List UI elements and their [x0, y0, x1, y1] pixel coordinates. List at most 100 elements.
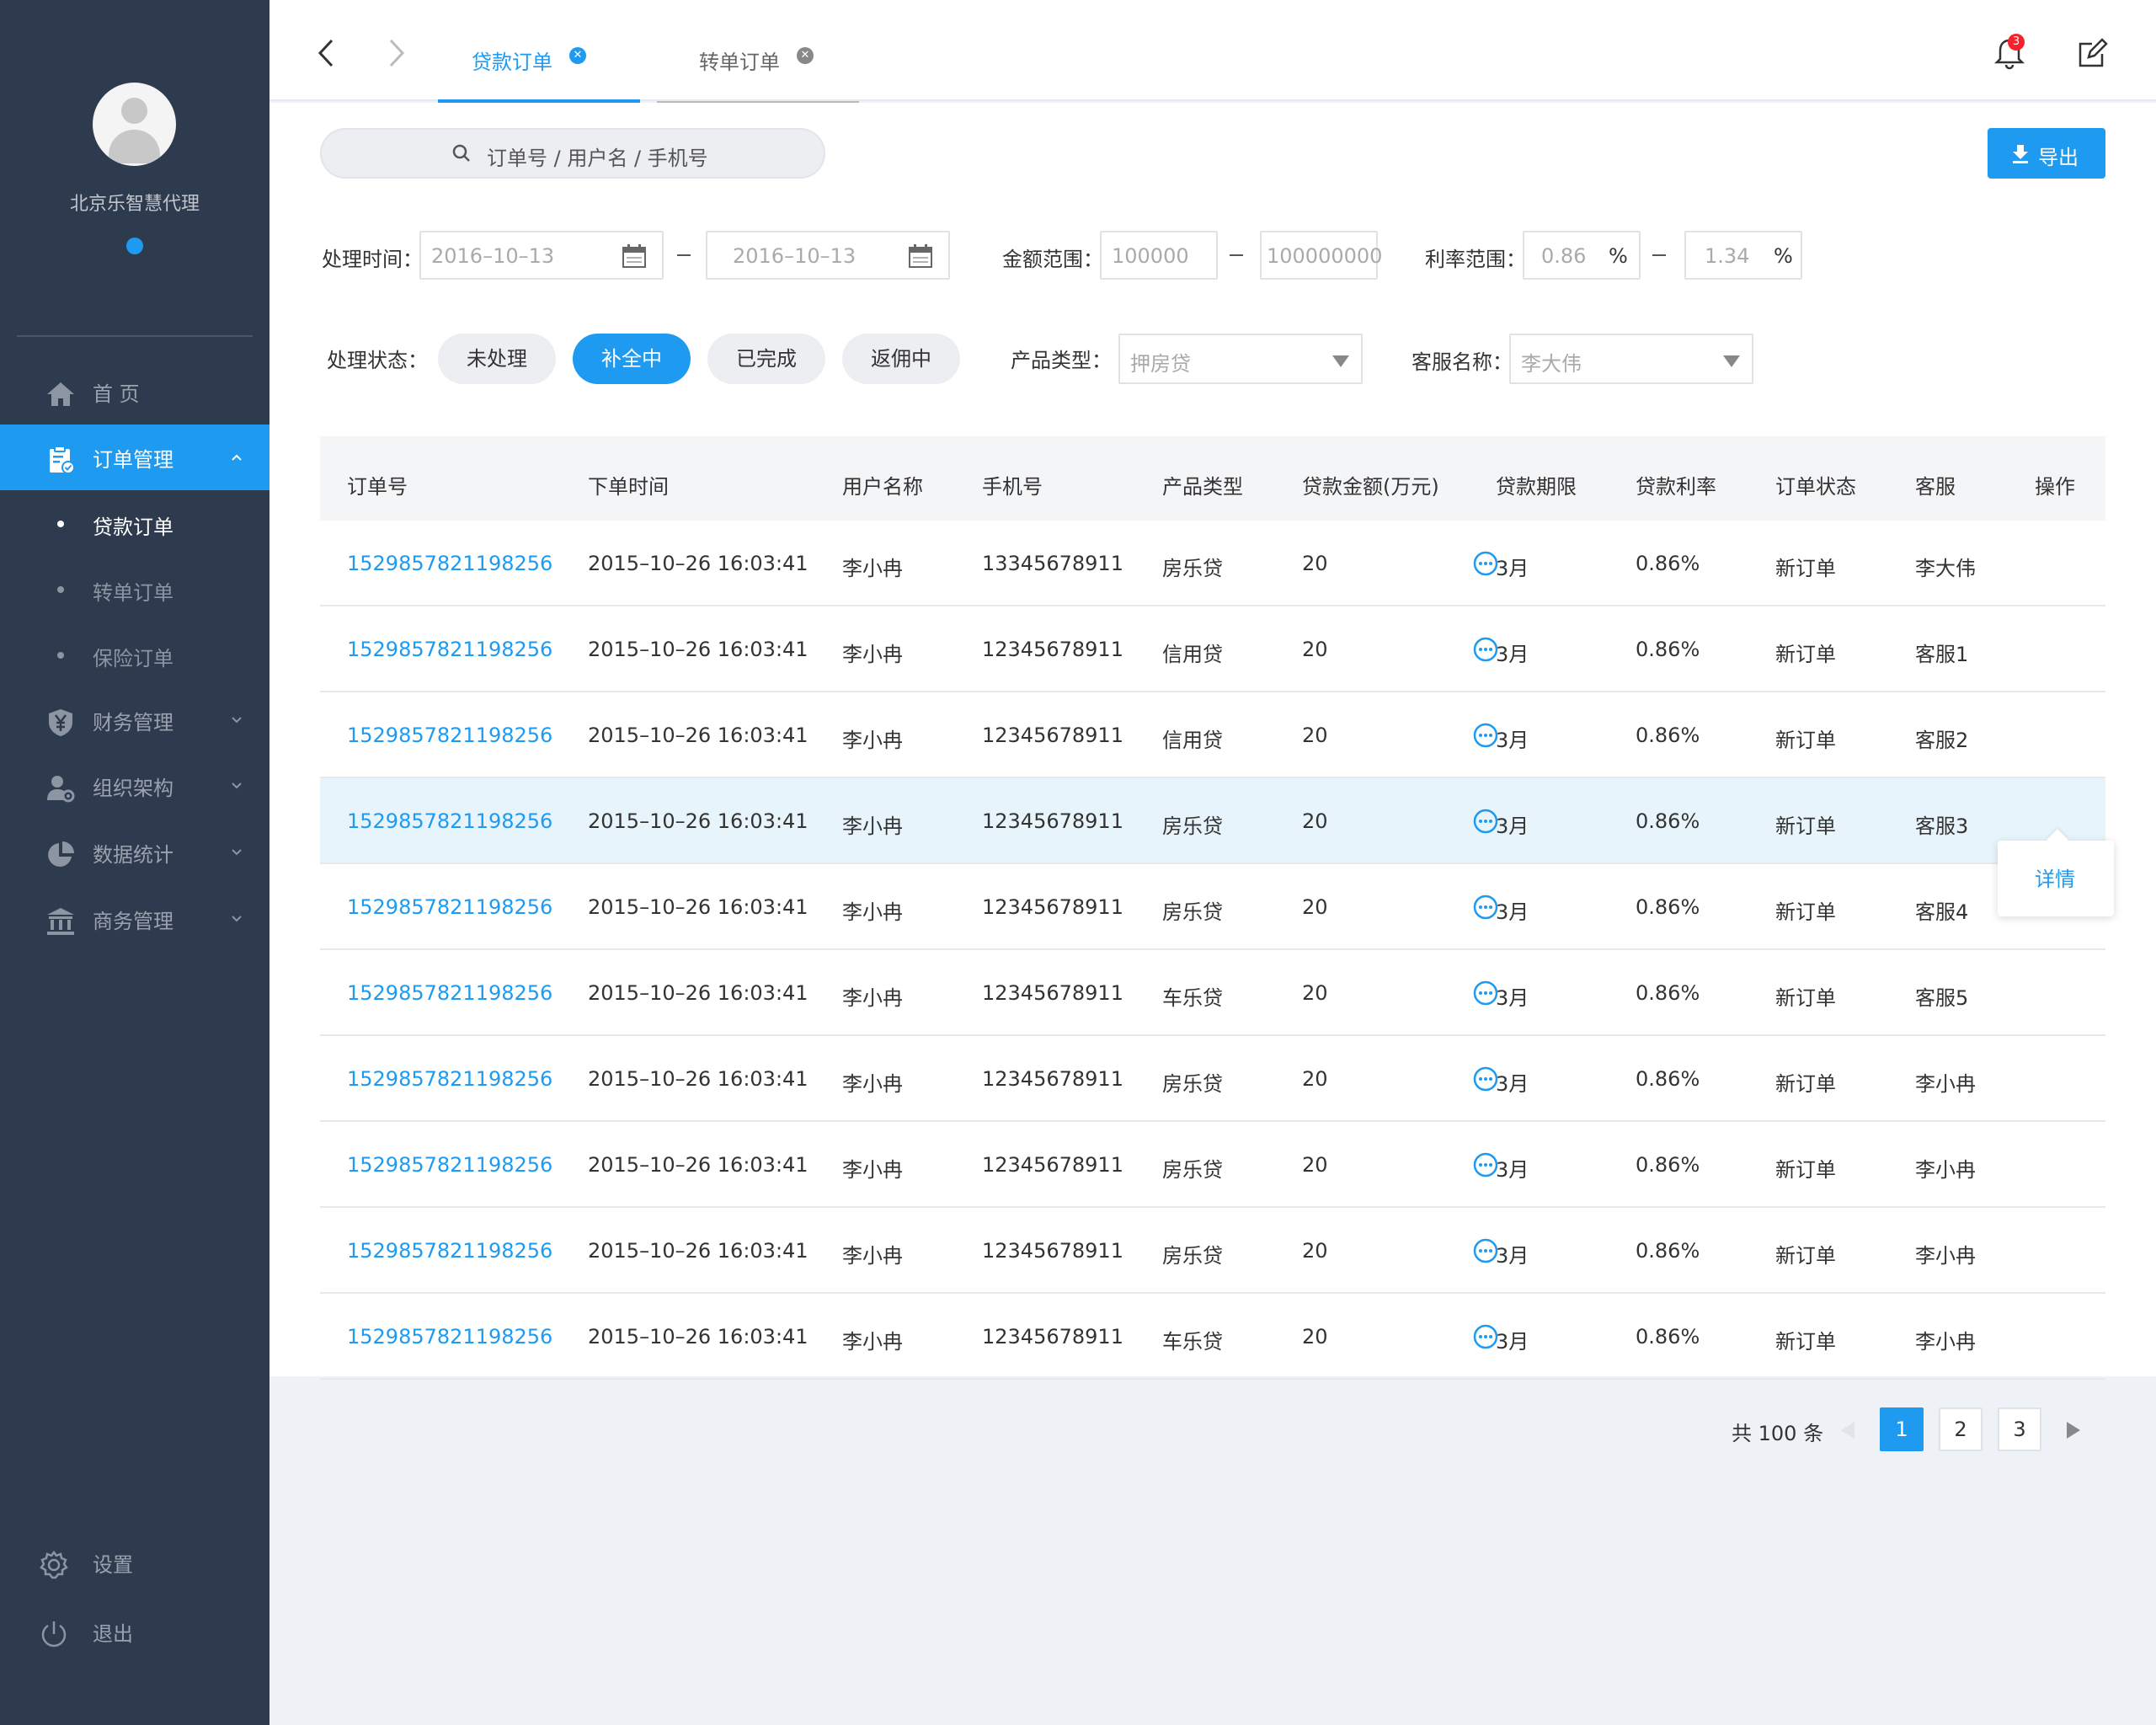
- order-number-link[interactable]: 1529857821198256: [347, 1325, 552, 1348]
- prev-page-icon[interactable]: [1841, 1422, 1854, 1439]
- sidebar-item-stats[interactable]: 数据统计: [0, 820, 270, 885]
- table-cell: 客服2: [1915, 729, 1969, 752]
- order-number-link[interactable]: 1529857821198256: [347, 552, 552, 575]
- more-options-icon[interactable]: [1472, 980, 1499, 1007]
- home-icon: [47, 382, 74, 406]
- table-row[interactable]: 1529857821198256 2015–10–26 16:03:41 李小冉 12…: [320, 950, 2105, 1036]
- avatar[interactable]: [93, 83, 176, 166]
- table-row[interactable]: 1529857821198256 2015–10–26 16:03:41 李小冉 13…: [320, 521, 2105, 606]
- date-from-value: 2016–10–13: [431, 244, 555, 268]
- page-button-2[interactable]: 2: [1939, 1407, 1983, 1451]
- more-options-icon[interactable]: [1472, 1237, 1499, 1264]
- more-options-icon[interactable]: [1472, 550, 1499, 577]
- percent-suffix: %: [1774, 244, 1793, 268]
- table-cell: 李小冉: [1915, 1330, 1976, 1354]
- back-arrow-icon[interactable]: [317, 39, 335, 67]
- table-cell: 0.86%: [1636, 981, 1700, 1005]
- notification-button[interactable]: 3: [1993, 34, 2026, 71]
- forward-arrow-icon[interactable]: [387, 39, 406, 67]
- order-number-link[interactable]: 1529857821198256: [347, 1153, 552, 1177]
- status-pill-unprocessed[interactable]: 未处理: [438, 334, 556, 384]
- tab-loan-orders[interactable]: 贷款订单 ✕: [438, 0, 640, 103]
- pagination-total: 共 100 条: [1732, 1422, 1824, 1445]
- col-header: 贷款利率: [1636, 475, 1716, 499]
- agent-name-select[interactable]: 李大伟: [1509, 334, 1753, 384]
- amount-min-field[interactable]: 100000: [1100, 231, 1218, 280]
- more-options-icon[interactable]: [1472, 722, 1499, 749]
- page-button-1[interactable]: 1: [1880, 1407, 1924, 1451]
- more-options-icon[interactable]: [1472, 636, 1499, 663]
- sidebar-item-orders[interactable]: 订单管理: [0, 425, 270, 490]
- close-icon[interactable]: ✕: [569, 47, 586, 64]
- more-options-icon[interactable]: [1472, 1065, 1499, 1092]
- table-row[interactable]: 1529857821198256 2015–10–26 16:03:41 李小冉 12…: [320, 864, 2105, 950]
- status-pill-rebating[interactable]: 返佣中: [842, 334, 960, 384]
- order-number-link[interactable]: 1529857821198256: [347, 1067, 552, 1091]
- product-type-select[interactable]: 押房贷: [1118, 334, 1363, 384]
- rate-min-field[interactable]: 0.86 %: [1523, 231, 1641, 280]
- table-cell: 李小冉: [842, 729, 903, 752]
- sidebar-subitem-insurance-orders[interactable]: 保险订单: [0, 622, 270, 687]
- table-row[interactable]: 1529857821198256 2015–10–26 16:03:41 李小冉 12…: [320, 778, 2105, 864]
- sidebar-item-label: 商务管理: [93, 909, 173, 933]
- table-cell: 3月: [1496, 1244, 1529, 1268]
- more-options-icon[interactable]: [1472, 1151, 1499, 1178]
- rate-max-field[interactable]: 1.34 %: [1684, 231, 1802, 280]
- more-options-icon[interactable]: [1472, 1323, 1499, 1350]
- sidebar-item-logout[interactable]: 退出: [0, 1599, 270, 1664]
- detail-link[interactable]: 详情: [2035, 862, 2075, 892]
- sidebar-item-home[interactable]: 首 页: [0, 359, 270, 425]
- sidebar-item-finance[interactable]: 财务管理: [0, 687, 270, 753]
- table-row[interactable]: 1529857821198256 2015–10–26 16:03:41 李小冉 12…: [320, 1036, 2105, 1122]
- search-input[interactable]: 订单号 / 用户名 / 手机号: [320, 128, 825, 179]
- table-row[interactable]: 1529857821198256 2015–10–26 16:03:41 李小冉 12…: [320, 1122, 2105, 1208]
- sidebar-item-label: 首 页: [93, 382, 140, 406]
- order-number-link[interactable]: 1529857821198256: [347, 638, 552, 661]
- table-cell: 2015–10–26 16:03:41: [588, 1067, 808, 1091]
- sidebar-item-org[interactable]: 组织架构: [0, 753, 270, 819]
- product-type-value: 押房贷: [1130, 352, 1191, 376]
- page-button-3[interactable]: 3: [1998, 1407, 2041, 1451]
- table-row[interactable]: 1529857821198256 2015–10–26 16:03:41 李小冉 12…: [320, 1208, 2105, 1294]
- table-cell: 0.86%: [1636, 1325, 1700, 1348]
- date-from-field[interactable]: 2016–10–13: [419, 231, 664, 280]
- order-number-link[interactable]: 1529857821198256: [347, 981, 552, 1005]
- table-cell: 新订单: [1775, 900, 1836, 924]
- sidebar-subitem-loan-orders[interactable]: 贷款订单: [0, 490, 270, 556]
- table-cell: 3月: [1496, 557, 1529, 580]
- rate-min-value: 0.86: [1541, 244, 1587, 268]
- more-options-icon[interactable]: [1472, 894, 1499, 921]
- table-cell: 12345678911: [982, 1153, 1123, 1177]
- table-cell: 李小冉: [842, 1244, 903, 1268]
- table-cell: 20: [1302, 981, 1328, 1005]
- col-header: 产品类型: [1162, 475, 1243, 499]
- table-cell: 信用贷: [1162, 729, 1223, 752]
- date-to-field[interactable]: 2016–10–13: [706, 231, 950, 280]
- sidebar-subitem-transfer-orders[interactable]: 转单订单: [0, 556, 270, 622]
- table-row[interactable]: 1529857821198256 2015–10–26 16:03:41 李小冉 12…: [320, 692, 2105, 778]
- status-pill-completed[interactable]: 已完成: [707, 334, 825, 384]
- table-cell: 李大伟: [1915, 557, 1976, 580]
- more-options-icon[interactable]: [1472, 808, 1499, 835]
- order-number-link[interactable]: 1529857821198256: [347, 809, 552, 833]
- order-number-link[interactable]: 1529857821198256: [347, 895, 552, 919]
- close-icon[interactable]: ✕: [797, 47, 814, 64]
- export-button[interactable]: 导出: [1988, 128, 2105, 179]
- next-page-icon[interactable]: [2067, 1422, 2080, 1439]
- status-pill-completing[interactable]: 补全中: [573, 334, 691, 384]
- tab-transfer-orders[interactable]: 转单订单 ✕: [657, 0, 859, 103]
- table-cell: 2015–10–26 16:03:41: [588, 638, 808, 661]
- table-cell: 3月: [1496, 1158, 1529, 1182]
- edit-icon[interactable]: [2077, 37, 2109, 69]
- order-number-link[interactable]: 1529857821198256: [347, 724, 552, 747]
- sidebar-item-settings[interactable]: 设置: [0, 1530, 270, 1595]
- order-number-link[interactable]: 1529857821198256: [347, 1239, 552, 1263]
- sidebar-item-business[interactable]: 商务管理: [0, 886, 270, 952]
- table-cell: 客服4: [1915, 900, 1969, 924]
- sidebar-item-label: 组织架构: [93, 776, 173, 800]
- table-row[interactable]: 1529857821198256 2015–10–26 16:03:41 李小冉 12…: [320, 606, 2105, 692]
- sidebar: 北京乐智慧代理 首 页 订单管理 贷款订单 转单订单 保险订单 财务管理 组织架…: [0, 0, 270, 1725]
- table-row[interactable]: 1529857821198256 2015–10–26 16:03:41 李小冉 12…: [320, 1294, 2105, 1380]
- amount-max-field[interactable]: 100000000: [1260, 231, 1382, 280]
- table-cell: 12345678911: [982, 724, 1123, 747]
